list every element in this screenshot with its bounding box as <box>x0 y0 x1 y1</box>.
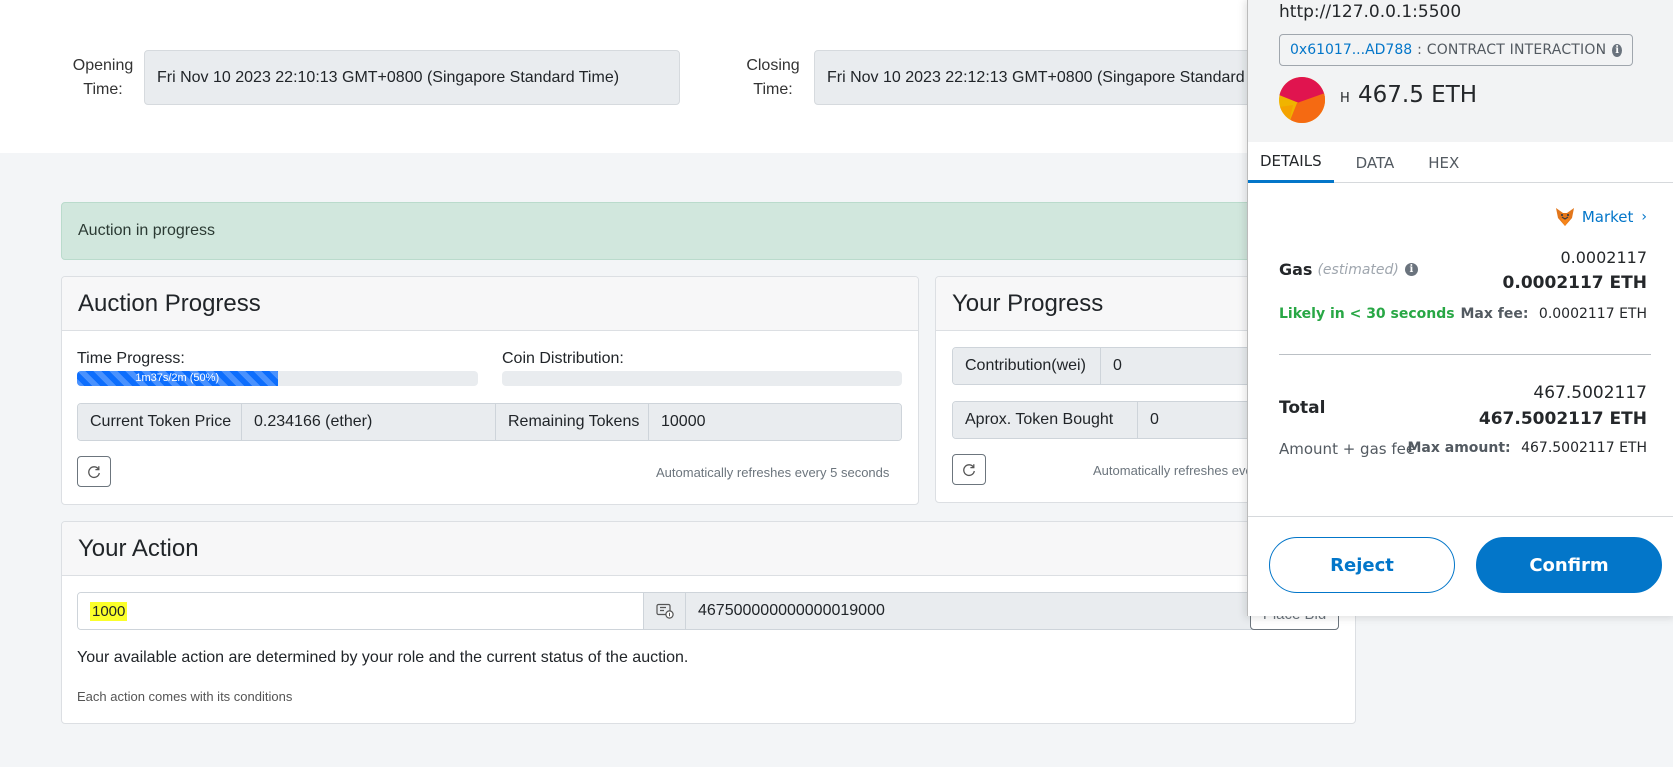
closing-time-group: Closing Time: Fri Nov 10 2023 22:12:13 G… <box>732 50 1274 105</box>
confirm-button[interactable]: Confirm <box>1476 537 1662 593</box>
tab-data[interactable]: DATA <box>1344 142 1407 183</box>
your-action-title: Your Action <box>62 522 1355 576</box>
refresh-icon <box>88 465 100 478</box>
network-symbol: H <box>1340 91 1350 106</box>
coin-distribution-bar <box>502 371 902 386</box>
closing-time-label: Closing Time: <box>746 56 800 98</box>
market-fee-selector[interactable]: Market › <box>1554 206 1647 228</box>
account-avatar <box>1279 77 1325 123</box>
fox-icon <box>1555 208 1574 226</box>
approx-token-label: Aprox. Token Bought <box>953 402 1138 438</box>
current-price-value: 0.234166 (ether) <box>242 404 496 440</box>
opening-time-field: Fri Nov 10 2023 22:10:13 GMT+0800 (Singa… <box>144 50 680 105</box>
info-icon[interactable]: i <box>1612 43 1622 57</box>
contract-interaction-label: : CONTRACT INTERACTION <box>1417 42 1607 58</box>
max-fee-row: Max fee: 0.0002117 ETH <box>1460 306 1647 322</box>
gas-eth-value: 0.0002117 ETH <box>1502 273 1647 293</box>
opening-time-group: Opening Time: Fri Nov 10 2023 22:10:13 G… <box>62 50 680 105</box>
max-fee-value: 0.0002117 ETH <box>1538 306 1647 322</box>
opening-time-label: Opening Time: <box>72 56 134 98</box>
max-amount-label: Max amount: <box>1407 440 1511 456</box>
action-small-note: Each action comes with its conditions <box>77 689 293 704</box>
remaining-tokens-label: Remaining Tokens <box>496 404 649 440</box>
bid-input-group: 1000 467500000000000019000 <box>77 592 1339 630</box>
price-input-group: Current Token Price 0.234166 (ether) Rem… <box>77 403 902 441</box>
gas-label-text: Gas <box>1279 260 1313 279</box>
auction-status-alert: Auction in progress <box>61 202 1361 260</box>
transaction-amount: 467.5 ETH <box>1358 82 1478 108</box>
bid-amount-text: 1000 <box>90 601 128 621</box>
max-amount-value: 467.5002117 ETH <box>1521 440 1647 456</box>
closing-time-field: Fri Nov 10 2023 22:12:13 GMT+0800 (Singa… <box>814 50 1274 105</box>
max-fee-label: Max fee: <box>1460 306 1529 322</box>
auction-refresh-button[interactable] <box>77 456 111 487</box>
refresh-icon <box>963 463 975 476</box>
bid-wei-value: 467500000000000019000 <box>686 593 1338 629</box>
divider <box>1279 354 1651 355</box>
auction-refresh-note: Automatically refreshes every 5 seconds <box>656 465 890 480</box>
time-progress-fill: 1m37s/2m (50%) <box>77 371 278 386</box>
total-eth-value: 467.5002117 ETH <box>1478 409 1647 429</box>
amount-gas-label: Amount + gas fee <box>1279 440 1416 458</box>
total-label: Total <box>1279 398 1326 418</box>
gas-value: 0.0002117 <box>1560 248 1647 267</box>
metamask-origin: http://127.0.0.1:5500 <box>1279 2 1462 22</box>
bid-amount-input[interactable]: 1000 <box>78 593 644 629</box>
remaining-tokens-value: 10000 <box>649 404 901 440</box>
total-value: 467.5002117 <box>1533 383 1647 403</box>
metamask-tabs: DETAILS DATA HEX <box>1248 142 1673 183</box>
gas-info-icon[interactable]: i <box>1404 263 1418 276</box>
auction-progress-title: Auction Progress <box>62 277 918 331</box>
gas-label: Gas (estimated) i <box>1279 260 1418 279</box>
tab-hex[interactable]: HEX <box>1416 142 1471 183</box>
tab-details[interactable]: DETAILS <box>1248 142 1334 183</box>
contract-address-link[interactable]: 0x61017...AD788 <box>1290 42 1412 58</box>
action-note: Your available action are determined by … <box>77 649 689 666</box>
time-progress-label: Time Progress: <box>77 350 185 367</box>
time-progress-bar: 1m37s/2m (50%) <box>77 371 478 386</box>
chevron-right-icon: › <box>1641 209 1647 225</box>
contribution-label: Contribution(wei) <box>953 348 1101 384</box>
progress-refresh-button[interactable] <box>952 454 986 485</box>
gas-estimated-label: (estimated) <box>1317 261 1399 278</box>
max-amount-row: Max amount: 467.5002117 ETH <box>1407 440 1647 456</box>
likely-time-text: Likely in < 30 seconds <box>1279 306 1455 322</box>
reject-button[interactable]: Reject <box>1269 537 1455 593</box>
coin-distribution-label: Coin Distribution: <box>502 350 624 367</box>
current-price-label: Current Token Price <box>78 404 242 440</box>
contract-interaction-badge: 0x61017...AD788 : CONTRACT INTERACTION i <box>1279 34 1633 66</box>
market-label: Market <box>1581 208 1634 226</box>
metamask-confirmation-popup: http://127.0.0.1:5500 0x61017...AD788 : … <box>1247 0 1673 616</box>
convert-icon[interactable] <box>644 593 686 629</box>
